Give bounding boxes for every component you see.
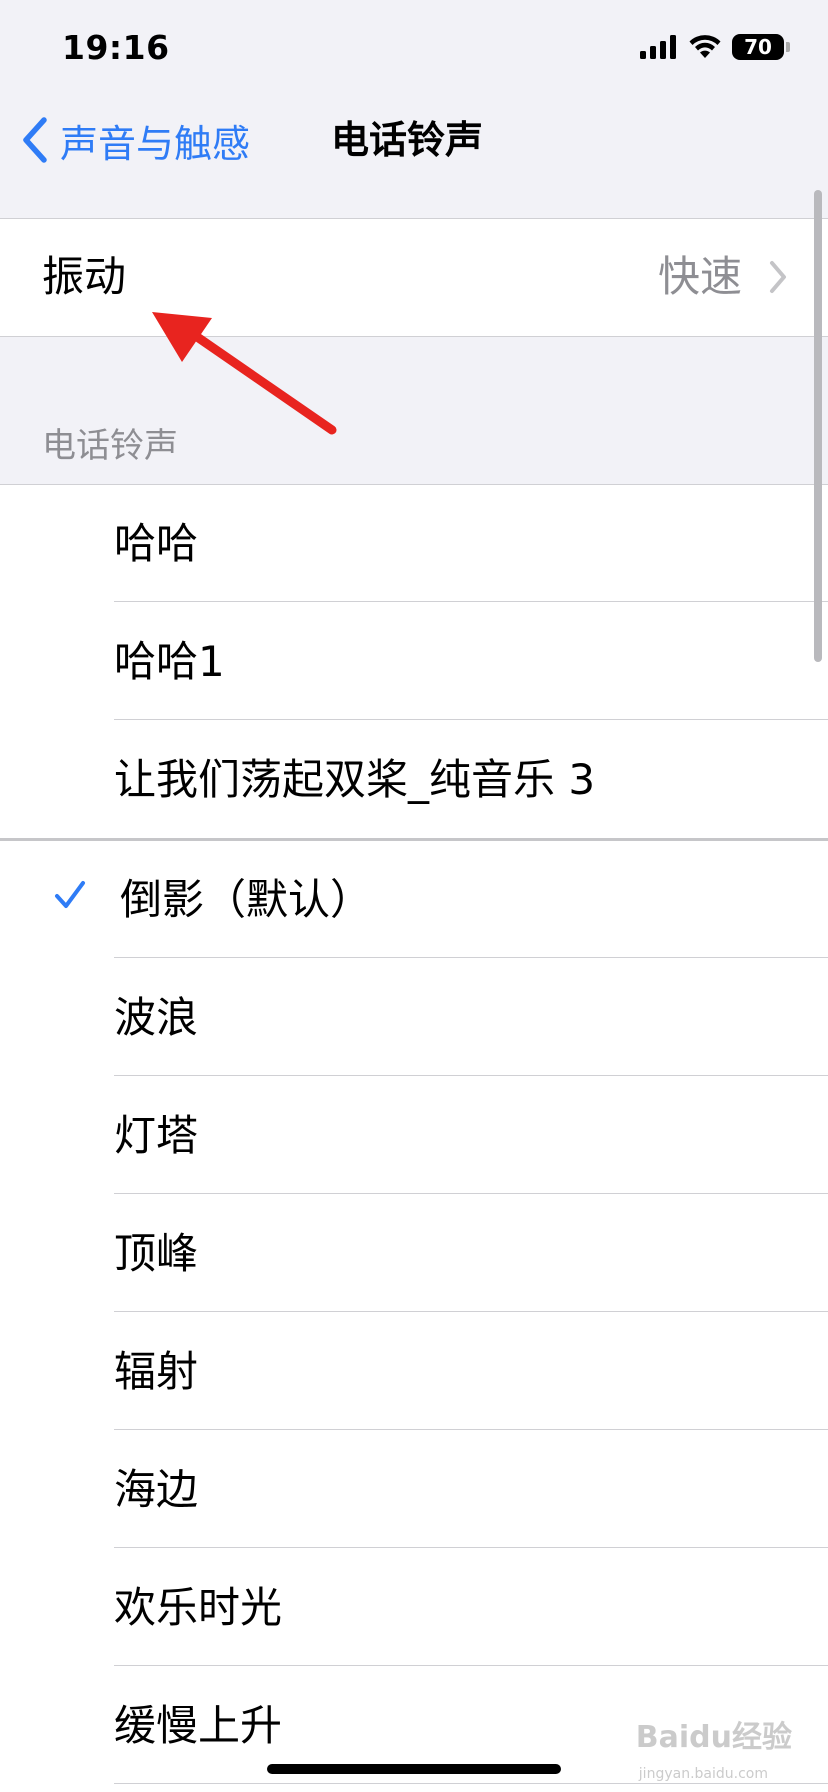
ringtone-label: 辐射	[114, 1347, 199, 1396]
checkmark-icon	[55, 881, 85, 908]
ringtone-label: 欢乐时光	[114, 1583, 283, 1632]
ringtone-row[interactable]: 哈哈1	[0, 603, 828, 720]
section-header-ringtones: 电话铃声	[42, 426, 178, 466]
custom-ringtones-group: 哈哈 哈哈1 让我们荡起双桨_纯音乐 3	[0, 485, 828, 839]
watermark-url: jingyan.baidu.com	[638, 1766, 768, 1782]
battery-tip	[786, 42, 790, 52]
ringtone-row[interactable]: 让我们荡起双桨_纯音乐 3	[0, 721, 828, 838]
ringtone-label: 灯塔	[114, 1111, 199, 1160]
row-separator	[114, 1311, 828, 1312]
row-separator	[114, 957, 828, 958]
battery-level: 70	[744, 35, 772, 59]
ringtone-row[interactable]: 哈哈	[0, 485, 828, 602]
status-time: 19:16	[62, 28, 170, 67]
ringtone-label: 倒影（默认）	[120, 875, 373, 924]
ringtone-row[interactable]: 顶峰	[0, 1195, 828, 1312]
divider	[0, 336, 828, 337]
row-separator	[114, 1783, 828, 1784]
page-title: 电话铃声	[331, 118, 484, 162]
navigation-bar: 声音与触感 电话铃声	[0, 100, 828, 218]
ringtone-label: 让我们荡起双桨_纯音乐 3	[114, 755, 596, 804]
row-separator	[114, 1429, 828, 1430]
back-button-label: 声音与触感	[60, 121, 251, 166]
ringtone-label: 海边	[114, 1465, 199, 1514]
ringtone-label: 哈哈	[114, 519, 199, 568]
row-separator	[114, 1193, 828, 1194]
ringtone-label: 波浪	[114, 993, 199, 1042]
ringtone-label: 缓慢上升	[114, 1701, 283, 1750]
vibration-row[interactable]: 振动 快速	[0, 219, 828, 335]
ringtone-row[interactable]: 海边	[0, 1431, 828, 1548]
home-indicator[interactable]	[267, 1764, 561, 1774]
row-separator	[114, 1547, 828, 1548]
watermark-logo: Baidu经验	[635, 1720, 792, 1755]
status-bar: 19:16 70	[0, 0, 828, 100]
ringtone-label: 哈哈1	[114, 637, 225, 686]
ringtone-row[interactable]: 欢乐时光	[0, 1549, 828, 1666]
cellular-signal-icon	[640, 35, 676, 59]
row-separator	[114, 1075, 828, 1076]
row-separator	[114, 601, 828, 602]
scroll-indicator[interactable]	[814, 190, 822, 662]
status-icons: 70	[640, 34, 790, 60]
battery-icon: 70	[732, 34, 784, 60]
ringtone-row[interactable]: 波浪	[0, 959, 828, 1076]
back-button[interactable]: 声音与触感	[22, 112, 250, 168]
system-ringtones-group: 倒影（默认） 波浪 灯塔 顶峰 辐射 海边 欢乐时光 缓慢上升	[0, 841, 828, 1792]
ringtone-row[interactable]: 灯塔	[0, 1077, 828, 1194]
wifi-icon	[689, 35, 721, 58]
vibration-group: 振动 快速	[0, 219, 828, 336]
vibration-value: 快速	[657, 252, 742, 301]
chevron-left-icon	[23, 117, 47, 163]
chevron-right-icon	[770, 261, 786, 293]
row-separator	[114, 1665, 828, 1666]
row-separator	[114, 719, 828, 720]
ringtone-label: 顶峰	[114, 1229, 199, 1278]
vibration-label: 振动	[42, 252, 127, 301]
ringtone-row[interactable]: 辐射	[0, 1313, 828, 1430]
ringtone-row-selected[interactable]: 倒影（默认）	[0, 841, 828, 958]
